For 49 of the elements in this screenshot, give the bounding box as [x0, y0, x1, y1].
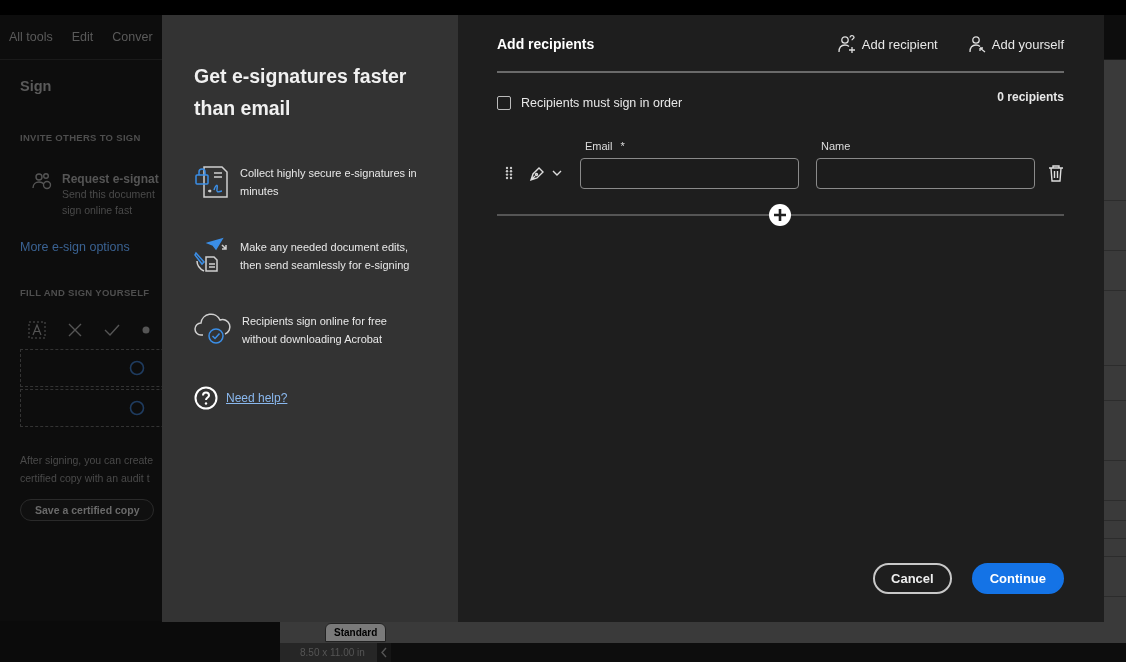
panel-title: Sign	[20, 78, 53, 94]
toolbar-tab[interactable]: Edit	[71, 30, 94, 44]
more-link[interactable]: More e-sign options	[20, 240, 160, 254]
checkbox[interactable]	[497, 96, 511, 110]
cloud-check-icon	[194, 311, 232, 345]
dot-icon[interactable]	[142, 326, 150, 334]
add-recipient-button[interactable]: Add recipient	[837, 35, 938, 53]
option-title[interactable]: Request e-signat	[62, 172, 159, 186]
pen-icon	[529, 164, 546, 182]
cross-icon[interactable]	[68, 323, 82, 337]
trash-icon[interactable]	[1048, 164, 1064, 182]
promo-title: Get e-signatures faster than email	[194, 64, 408, 121]
loading-spinner-icon	[129, 400, 145, 416]
cancel-button[interactable]: Cancel	[873, 563, 952, 594]
recipient-count: 0 recipients	[997, 90, 1064, 104]
option-description: Send this document	[62, 187, 156, 202]
email-field[interactable]	[580, 157, 799, 189]
help-icon	[194, 386, 218, 410]
text-field-icon[interactable]	[28, 321, 46, 339]
role-dropdown[interactable]	[529, 164, 562, 182]
section-heading: FILL AND SIGN YOURSELF	[20, 287, 151, 298]
document-text: Standard	[325, 623, 387, 642]
help-link[interactable]: Need help?	[226, 391, 288, 405]
info-text: After signing, you can create	[20, 453, 155, 468]
section-heading: INVITE OTHERS TO SIGN	[20, 132, 142, 143]
field-label: Name	[821, 140, 851, 152]
person-pointer-icon	[967, 35, 986, 53]
chevron-down-icon	[552, 170, 562, 176]
feature-text: Collect highly secure e-signatures in minutes	[240, 166, 418, 199]
name-field[interactable]	[816, 157, 1035, 189]
feature-text: Recipients sign online for free without downloading Acrobat	[242, 314, 388, 347]
drag-handle-icon[interactable]	[505, 166, 513, 180]
loading-spinner-icon	[129, 360, 145, 376]
checkbox-label: Recipients must sign in order	[521, 96, 683, 110]
required-mark: *	[620, 140, 625, 152]
add-yourself-button[interactable]: Add yourself	[967, 35, 1064, 53]
add-icon[interactable]	[768, 203, 792, 227]
send-edit-icon	[194, 237, 230, 273]
people-icon	[32, 172, 52, 190]
save-copy-button[interactable]: Save a certified copy	[20, 499, 155, 521]
toolbar-tab[interactable]: Conver	[112, 30, 153, 44]
continue-button[interactable]: Continue	[971, 563, 1064, 594]
dialog-title: Add recipients	[497, 36, 596, 52]
add-person-icon	[837, 35, 856, 53]
toolbar-tab[interactable]: All tools	[9, 30, 53, 44]
secure-document-icon	[194, 163, 230, 199]
checkmark-icon[interactable]	[104, 324, 120, 336]
feature-text: Make any needed document edits, then send seamlessly for e-signing	[240, 240, 411, 273]
field-label: Email	[585, 140, 613, 152]
